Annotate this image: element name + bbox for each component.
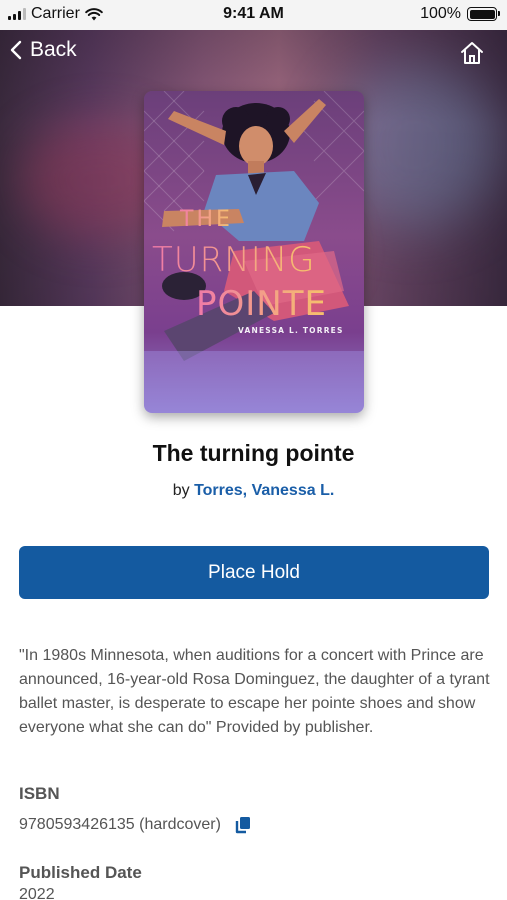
- place-hold-label: Place Hold: [208, 561, 300, 583]
- author-link[interactable]: Torres, Vanessa L.: [194, 482, 334, 499]
- battery-icon: [467, 7, 500, 21]
- place-hold-button[interactable]: Place Hold: [19, 546, 489, 599]
- cover-title-line3: POINTE: [196, 284, 327, 324]
- copy-icon[interactable]: [233, 815, 253, 835]
- cover-title-line2: TURNING: [152, 240, 316, 280]
- isbn-value: 9780593426135 (hardcover): [19, 816, 221, 833]
- battery-percent: 100%: [420, 5, 461, 22]
- back-label: Back: [30, 38, 77, 61]
- isbn-row: 9780593426135 (hardcover): [19, 815, 253, 835]
- isbn-label: ISBN: [19, 784, 60, 803]
- chevron-left-icon: [10, 40, 22, 60]
- status-bar: Carrier 9:41 AM 100%: [0, 0, 507, 30]
- status-right: 100%: [420, 5, 500, 23]
- book-description: "In 1980s Minnesota, when auditions for …: [19, 647, 490, 736]
- back-button[interactable]: Back: [10, 38, 77, 62]
- book-author-line: by Torres, Vanessa L.: [0, 482, 507, 500]
- cover-author: VANESSA L. TORRES: [238, 326, 344, 335]
- by-prefix: by: [172, 482, 190, 499]
- published-date-value: 2022: [19, 886, 55, 900]
- published-date-label: Published Date: [19, 863, 142, 882]
- book-cover: THE TURNING POINTE VANESSA L. TORRES: [144, 91, 364, 413]
- book-title: The turning pointe: [152, 440, 355, 466]
- home-icon[interactable]: [459, 40, 485, 66]
- cover-title-line1: THE: [179, 207, 233, 232]
